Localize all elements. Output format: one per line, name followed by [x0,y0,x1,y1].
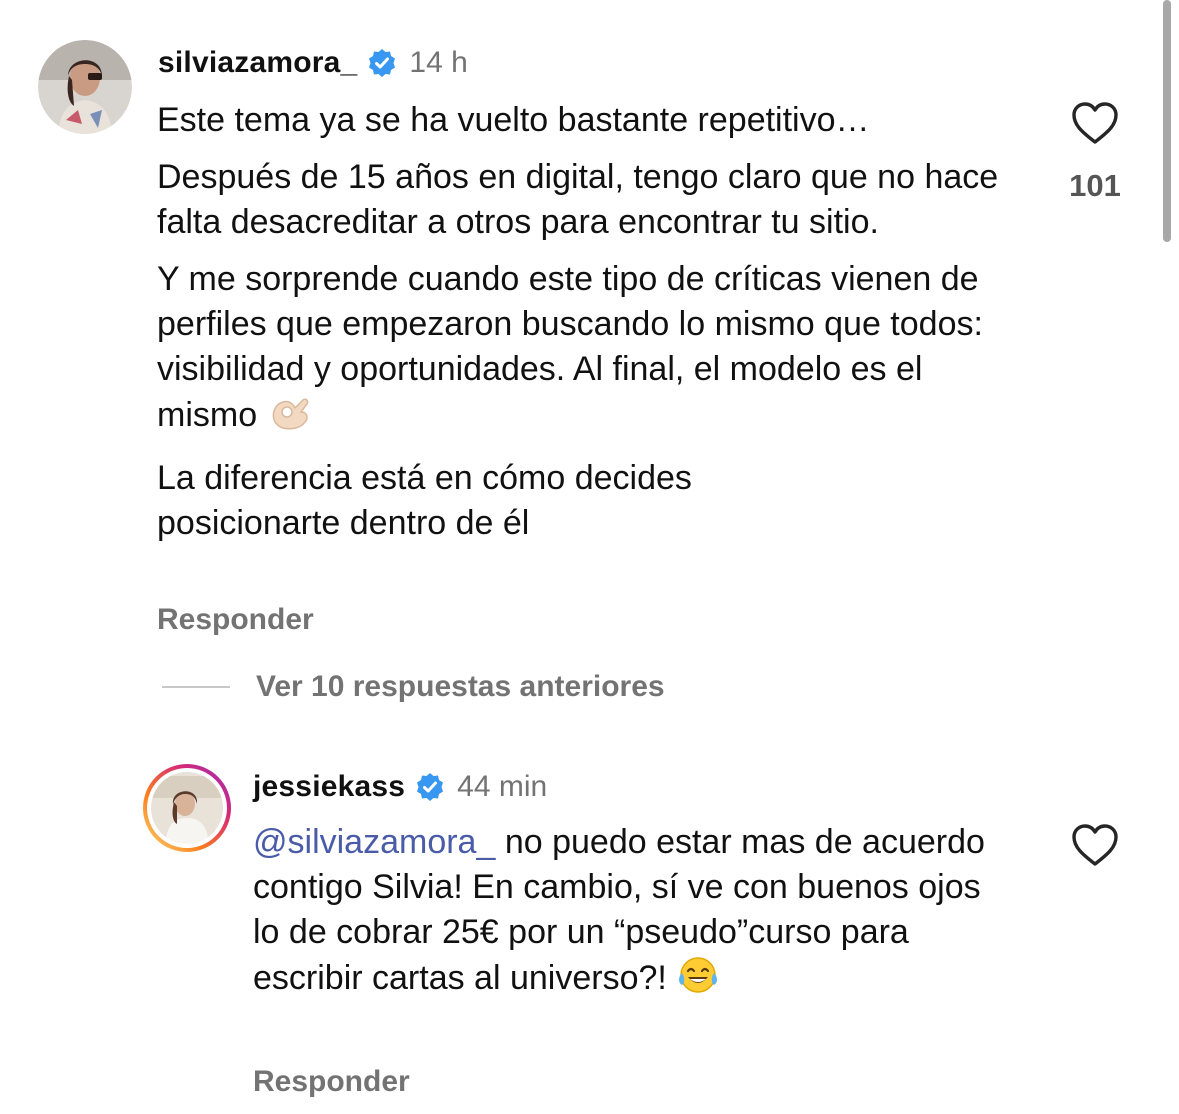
comment-text: Este tema ya se ha vuelto bastante repet… [157,98,1037,558]
reply-button[interactable]: Responder [253,1065,410,1099]
comment-header: silviazamora_ 14 h [158,46,468,80]
ok-hand-emoji-icon [267,392,313,444]
comment-paragraph: La diferencia está en cómo decides posic… [157,459,692,542]
heart-icon[interactable] [1070,100,1120,146]
timestamp: 14 h [409,46,468,79]
view-replies-label: Ver 10 respuestas anteriores [256,670,665,703]
view-replies-button[interactable]: Ver 10 respuestas anteriores [162,670,665,704]
tears-of-joy-emoji-icon [676,955,720,1007]
comment-paragraph: @silviazamora_ no puedo estar mas de acu… [253,820,1003,1007]
avatar[interactable] [38,40,132,134]
username[interactable]: jessiekass [253,770,405,804]
divider [162,686,230,688]
comment-header: jessiekass 44 min [253,770,547,804]
verified-badge-icon [415,772,445,802]
comment-text: @silviazamora_ no puedo estar mas de acu… [253,820,1003,1019]
comment-paragraph: Este tema ya se ha vuelto bastante repet… [157,101,870,139]
verified-badge-icon [367,48,397,78]
heart-icon[interactable] [1070,822,1120,868]
like-count: 101 [1069,168,1121,203]
comments-screen: silviazamora_ 14 h Este tema ya se ha vu… [0,0,1179,1114]
reply-button[interactable]: Responder [157,603,314,637]
username[interactable]: silviazamora_ [158,46,357,80]
scrollbar[interactable] [1163,0,1171,242]
timestamp: 44 min [457,770,548,803]
mention-link[interactable]: @silviazamora_ [253,823,495,861]
comment-paragraph: Después de 15 años en digital, tengo cla… [157,158,999,241]
avatar-story-ring[interactable] [141,762,233,854]
comment-paragraph: Y me sorprende cuando este tipo de críti… [157,257,1017,444]
